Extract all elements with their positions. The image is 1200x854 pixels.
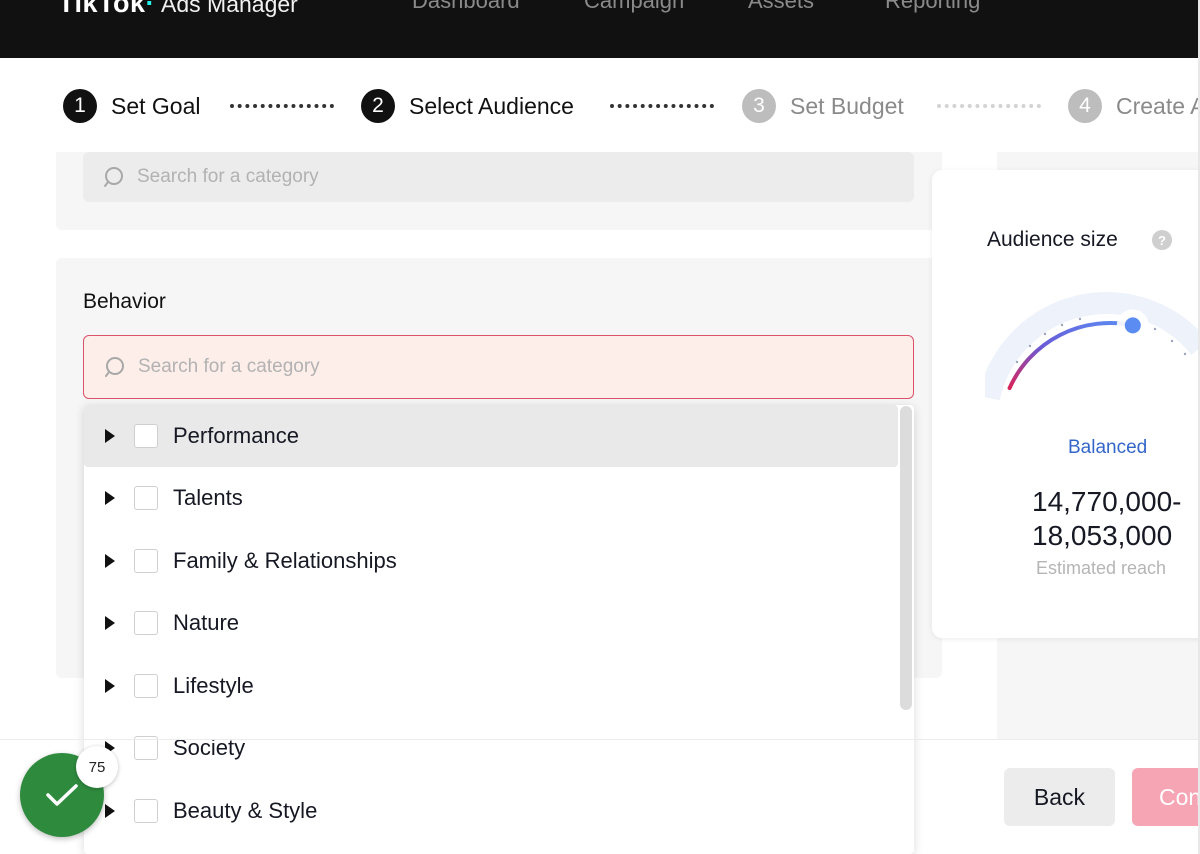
- nav-reporting[interactable]: Reporting: [885, 0, 980, 14]
- help-icon[interactable]: ?: [1152, 230, 1172, 250]
- brand-dot: ·: [145, 0, 156, 18]
- step-label: Create Ad: [1116, 92, 1200, 119]
- expand-arrow-icon[interactable]: [105, 429, 115, 443]
- category-checkbox[interactable]: [134, 611, 158, 635]
- step-number: 2: [361, 89, 395, 123]
- step-label: Select Audience: [409, 92, 574, 119]
- category-item-society[interactable]: Society: [84, 717, 898, 779]
- category-label: Performance: [173, 423, 299, 448]
- category-label: Talents: [173, 485, 243, 510]
- audience-size-title: Audience size: [987, 228, 1118, 251]
- continue-button[interactable]: Continue: [1132, 768, 1200, 826]
- search-icon: [105, 357, 124, 377]
- step-number: 1: [63, 89, 97, 123]
- reach-range-end: 18,053,000: [1032, 520, 1173, 551]
- progress-steps: 1 Set Goal 2 Select Audience 3 Set Budge…: [0, 58, 1200, 152]
- interest-search-input[interactable]: Search for a category: [83, 152, 914, 202]
- product-name: Ads Manager: [161, 0, 298, 17]
- category-item-beauty-style[interactable]: Beauty & Style: [84, 780, 898, 842]
- estimated-reach-value: 14,770,000- 18,053,000: [1032, 485, 1181, 553]
- expand-arrow-icon[interactable]: [105, 491, 115, 505]
- step-connector: [610, 104, 714, 108]
- footer-divider: [0, 739, 1200, 740]
- step-create-ad: 4 Create Ad: [1068, 89, 1200, 123]
- step-connector: [230, 104, 334, 108]
- category-label: Nature: [173, 610, 240, 635]
- category-item-nature[interactable]: Nature: [84, 592, 898, 654]
- category-label: Family & Relationships: [173, 548, 397, 573]
- dropdown-scrollbar[interactable]: [900, 406, 912, 710]
- step-number: 4: [1068, 89, 1102, 123]
- step-set-goal[interactable]: 1 Set Goal: [63, 89, 201, 123]
- nav-campaign[interactable]: Campaign: [584, 0, 684, 14]
- expand-arrow-icon[interactable]: [105, 804, 115, 818]
- checklist-count-badge: 75: [76, 746, 118, 788]
- step-set-budget: 3 Set Budget: [742, 89, 904, 123]
- category-dropdown: Performance Talents Family & Relationshi…: [84, 405, 914, 854]
- step-label: Set Goal: [111, 92, 201, 119]
- category-checkbox[interactable]: [134, 424, 158, 448]
- category-item-talents[interactable]: Talents: [84, 467, 898, 529]
- category-label: Beauty & Style: [173, 798, 318, 823]
- step-number: 3: [742, 89, 776, 123]
- checkmark-icon: [46, 784, 78, 806]
- search-placeholder: Search for a category: [138, 356, 320, 377]
- estimated-reach-label: Estimated reach: [1036, 558, 1167, 578]
- audience-status: Balanced: [1068, 437, 1148, 458]
- category-item-family-relationships[interactable]: Family & Relationships: [84, 530, 898, 592]
- audience-gauge: [985, 292, 1200, 400]
- category-checkbox[interactable]: [134, 674, 158, 698]
- back-button[interactable]: Back: [1004, 768, 1115, 826]
- top-nav-bar: TikTok· Ads Manager Dashboard Campaign As…: [0, 0, 1200, 58]
- step-connector: [937, 104, 1041, 108]
- expand-arrow-icon[interactable]: [105, 616, 115, 630]
- category-item-performance[interactable]: Performance: [84, 405, 898, 467]
- category-checkbox[interactable]: [134, 799, 158, 823]
- behavior-search-input[interactable]: Search for a category: [83, 335, 914, 399]
- step-select-audience[interactable]: 2 Select Audience: [361, 89, 574, 123]
- expand-arrow-icon[interactable]: [105, 554, 115, 568]
- nav-dashboard[interactable]: Dashboard: [412, 0, 520, 14]
- gauge-indicator: [1124, 317, 1141, 334]
- category-item-lifestyle[interactable]: Lifestyle: [84, 655, 898, 717]
- category-checkbox[interactable]: [134, 486, 158, 510]
- nav-assets[interactable]: Assets: [748, 0, 814, 14]
- brand-name: TikTok: [58, 0, 146, 18]
- category-label: Lifestyle: [173, 673, 254, 698]
- category-checkbox[interactable]: [134, 549, 158, 573]
- reach-range-start: 14,770,000-: [1032, 486, 1182, 517]
- tiktok-ads-logo[interactable]: TikTok· Ads Manager: [58, 0, 298, 19]
- step-label: Set Budget: [790, 92, 904, 119]
- search-placeholder: Search for a category: [137, 166, 319, 187]
- search-icon: [104, 167, 123, 187]
- behavior-title: Behavior: [83, 290, 166, 313]
- expand-arrow-icon[interactable]: [105, 679, 115, 693]
